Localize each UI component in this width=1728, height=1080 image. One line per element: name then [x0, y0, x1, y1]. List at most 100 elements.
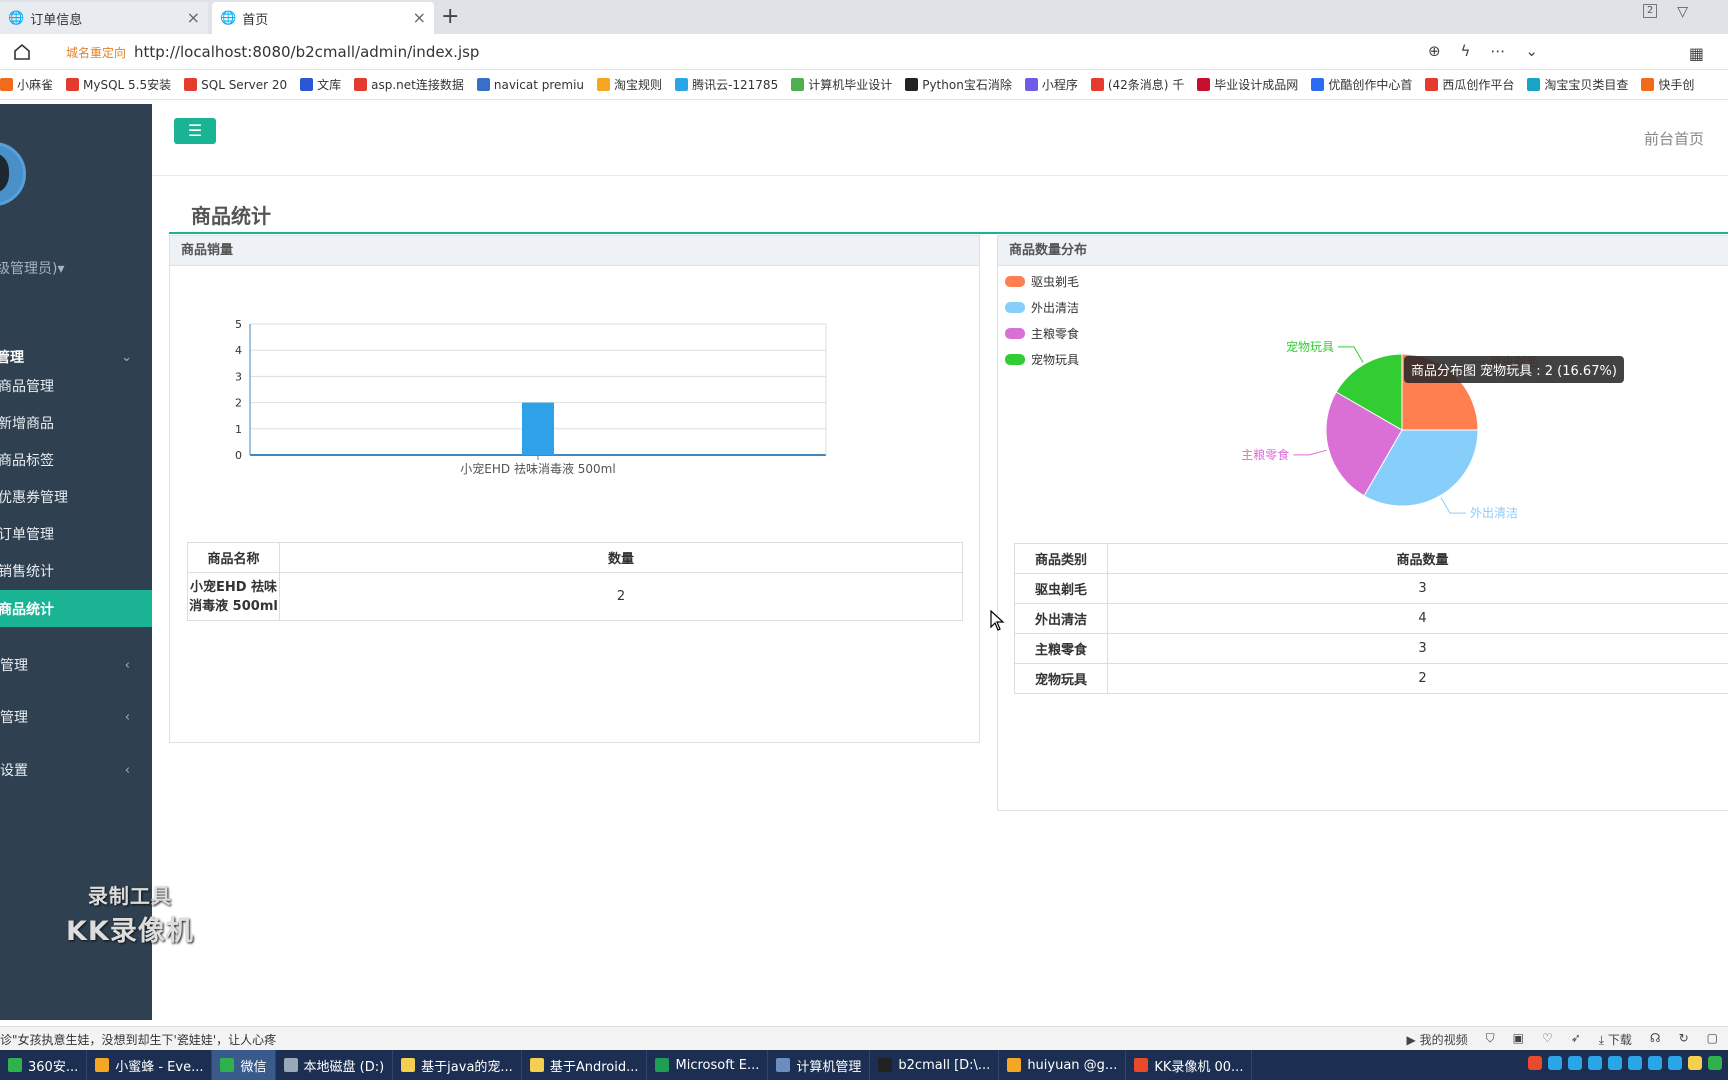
bookmark-item[interactable]: 文库 — [300, 76, 341, 93]
sidebar-item-orders[interactable]: 订单管理 — [0, 515, 152, 552]
taskbar-item[interactable]: 本地磁盘 (D:) — [276, 1050, 394, 1080]
lightning-icon[interactable]: ϟ — [1461, 42, 1471, 60]
taskbar-item[interactable]: Microsoft E... — [647, 1050, 769, 1080]
tray-icon[interactable] — [1688, 1056, 1702, 1070]
tray-icon[interactable] — [1568, 1056, 1582, 1070]
close-tab-icon[interactable]: × — [413, 8, 426, 27]
taskbar-item[interactable]: huiyuan @g... — [999, 1050, 1127, 1080]
sidebar-item-sales-stats[interactable]: 销售统计 — [0, 552, 152, 589]
y-tick-label: 5 — [235, 318, 242, 331]
title-divider — [169, 232, 1728, 234]
home-icon[interactable] — [12, 42, 32, 62]
label-leader-line — [1293, 449, 1327, 456]
menu-toggle-button[interactable]: ☰ — [174, 118, 216, 144]
bookmark-item[interactable]: asp.net连接数据 — [354, 76, 464, 93]
taskbar-item[interactable]: 微信 — [212, 1050, 276, 1080]
headset-icon[interactable]: ☊ — [1650, 1031, 1661, 1048]
os-taskbar: 360安... 小蜜蜂 - Eve... 微信 本地磁盘 (D:) 基于java的宠..… — [0, 1050, 1728, 1080]
chevron-down-icon[interactable]: ⌄ — [1525, 42, 1538, 60]
taskbar-item[interactable]: b2cmall [D:\... — [870, 1050, 1000, 1080]
tray-icon[interactable] — [1648, 1056, 1662, 1070]
browser-tab-orders[interactable]: 🌐 订单信息 × — [0, 2, 208, 34]
sidebar-item-label: 优惠券管理 — [0, 489, 68, 506]
sidebar-item-coupons[interactable]: 优惠券管理 — [0, 478, 152, 515]
download-button[interactable]: ⤓ 下载 — [1599, 1031, 1632, 1048]
sidebar-item-product-manage[interactable]: 商品管理 — [0, 367, 152, 404]
bookmark-item[interactable]: 西瓜创作平台 — [1425, 76, 1514, 93]
shield-icon[interactable]: ⛉ — [1486, 1031, 1495, 1048]
taskbar-item[interactable]: 基于java的宠... — [393, 1050, 522, 1080]
taskbar-item[interactable]: 计算机管理 — [768, 1050, 871, 1080]
status-news-text[interactable]: 诊"女孩执意生娃，没想到却生下'瓷娃娃'，让人心疼 — [0, 1031, 276, 1048]
app-icon — [283, 1058, 298, 1072]
browser-status-bar: 诊"女孩执意生娃，没想到却生下'瓷娃娃'，让人心疼 ▶ 我的视频 ⛉ ▣ ♡ ➶… — [0, 1026, 1728, 1050]
bookmark-item[interactable]: 毕业设计成品网 — [1197, 76, 1298, 93]
tray-icon[interactable] — [1668, 1056, 1682, 1070]
bookmark-item[interactable]: (42条消息) 千 — [1090, 76, 1184, 93]
browser-tab-home[interactable]: 🌐 首页 × — [212, 2, 434, 34]
system-tray — [1528, 1056, 1722, 1070]
bookmark-favicon-icon — [1641, 78, 1655, 91]
tray-icon[interactable] — [1608, 1056, 1622, 1070]
legend-item[interactable]: 外出清洁 — [1005, 301, 1079, 315]
url-input[interactable]: 城名重定向 http://localhost:8080/b2cmall/admi… — [52, 38, 1512, 66]
taskbar-label: b2cmall [D:\... — [898, 1057, 991, 1073]
bookmark-label: 毕业设计成品网 — [1214, 78, 1299, 92]
distribution-panel-title: 商品数量分布 — [998, 236, 1728, 266]
bookmark-label: 小麻雀 — [17, 78, 54, 92]
taskbar-item[interactable]: KK录像机 00... — [1126, 1050, 1253, 1080]
bookmark-item[interactable]: 优酷创作中心首 — [1311, 76, 1412, 93]
bookmark-item[interactable]: 小程序 — [1024, 76, 1078, 93]
close-tab-icon[interactable]: × — [187, 8, 200, 27]
tray-icon[interactable] — [1628, 1056, 1642, 1070]
globe-icon: 🌐 — [8, 10, 25, 26]
window-icon[interactable]: ▢ — [1707, 1031, 1718, 1048]
refresh-icon[interactable]: ↻ — [1679, 1031, 1689, 1048]
nav-group-collapsed-1[interactable]: 管理 ‹ — [0, 645, 152, 685]
bookmark-label: 淘宝宝贝类目查 — [1544, 78, 1629, 92]
heart-icon[interactable]: ♡ — [1542, 1031, 1553, 1048]
bookmark-item[interactable]: 腾讯云-121785 — [675, 76, 778, 93]
taskbar-item[interactable]: 360安... — [0, 1050, 88, 1080]
bookmark-item[interactable]: SQL Server 20 — [184, 78, 287, 92]
legend-item[interactable]: 主粮零食 — [1005, 326, 1079, 341]
avatar[interactable] — [0, 142, 26, 206]
taskbar-item[interactable]: 基于Android... — [522, 1050, 648, 1080]
zoom-icon[interactable]: ⊕ — [1428, 42, 1441, 60]
bookmark-item[interactable]: 计算机毕业设计 — [791, 76, 892, 93]
taskbar-item[interactable]: 小蜜蜂 - Eve... — [87, 1050, 213, 1080]
nav-group-collapsed-2[interactable]: 管理 ‹ — [0, 697, 152, 737]
bookmark-item[interactable]: Python宝石消除 — [905, 76, 1012, 93]
tab-label: 订单信息 — [30, 12, 83, 28]
bookmark-item[interactable]: 小麻雀 — [0, 76, 53, 93]
rocket-icon[interactable]: ➶ — [1571, 1031, 1581, 1048]
tray-icon[interactable] — [1708, 1056, 1722, 1070]
bookmark-item[interactable]: 淘宝宝贝类目查 — [1527, 76, 1628, 93]
more-icon[interactable]: ⋯ — [1490, 42, 1505, 60]
tray-icon[interactable] — [1528, 1056, 1542, 1070]
sidebar-item-product-stats[interactable]: 商品统计 — [0, 590, 152, 627]
tray-icon[interactable] — [1588, 1056, 1602, 1070]
bookmark-item[interactable]: 快手创 — [1641, 76, 1694, 93]
new-tab-button[interactable]: + — [441, 4, 459, 29]
nav-group-settings[interactable]: 设置 ‹ — [0, 750, 152, 790]
sidebar-item-product-tags[interactable]: 商品标签 — [0, 441, 152, 478]
bookmark-item[interactable]: navicat premiu — [476, 78, 584, 92]
legend-item[interactable]: 驱虫剃毛 — [1005, 275, 1079, 289]
bookmark-item[interactable]: MySQL 5.5安装 — [66, 76, 171, 93]
shirt-icon[interactable]: ▽ — [1677, 4, 1688, 20]
product-name-line: 小宠EHD 祛味 — [189, 579, 278, 595]
bookmark-favicon-icon — [905, 78, 919, 91]
legend-item[interactable]: 宠物玩具 — [1005, 352, 1079, 367]
sidebar-item-add-product[interactable]: 新增商品 — [0, 404, 152, 441]
image-icon[interactable]: ▣ — [1513, 1031, 1524, 1048]
chevron-left-icon: ‹ — [124, 657, 130, 673]
tray-icon[interactable] — [1548, 1056, 1562, 1070]
window-count-badge[interactable]: 2 — [1643, 4, 1658, 18]
my-video-button[interactable]: ▶ 我的视频 — [1407, 1031, 1468, 1048]
front-home-link[interactable]: 前台首页 — [1644, 128, 1704, 149]
bookmark-item[interactable]: 淘宝规则 — [597, 76, 662, 93]
distribution-table: 商品类别 商品数量 驱虫剃毛 3 外出清洁 4 主粮零食 3 宠物玩具 2 — [1014, 543, 1728, 694]
apps-grid-icon[interactable]: ▦ — [1689, 44, 1704, 63]
user-role-dropdown[interactable]: 级管理员)▾ — [0, 258, 65, 278]
